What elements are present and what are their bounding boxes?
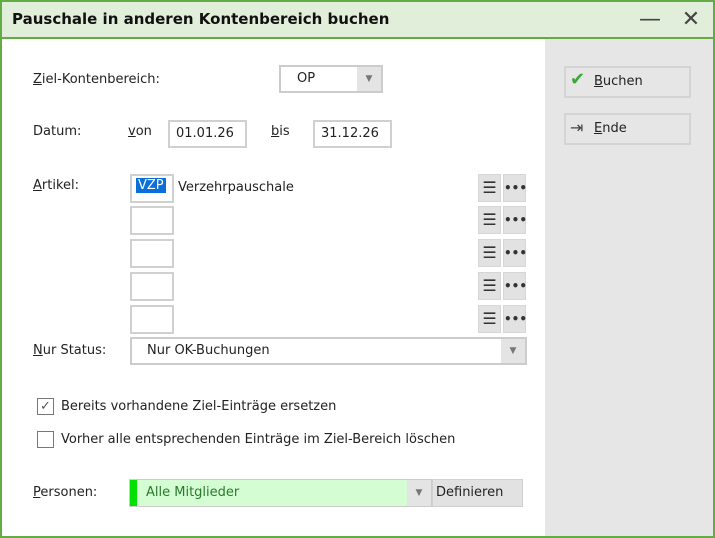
more-icon[interactable]: ••• (503, 272, 527, 300)
close-icon[interactable]: ✕ (676, 6, 706, 34)
artikel-name: Verzehrpauschale (178, 180, 294, 195)
list-icon[interactable]: ☰ (478, 239, 501, 267)
list-icon[interactable]: ☰ (478, 272, 501, 300)
von-label: von (128, 124, 152, 139)
chevron-down-icon[interactable]: ▼ (357, 67, 381, 91)
chevron-down-icon[interactable]: ▼ (407, 480, 431, 506)
list-icon[interactable]: ☰ (478, 206, 501, 234)
minimize-icon[interactable]: — (635, 6, 665, 34)
status-label: Nur Status: (33, 343, 107, 358)
more-icon[interactable]: ••• (503, 305, 527, 333)
chevron-down-icon[interactable]: ▼ (501, 339, 525, 363)
personen-label: Personen: (33, 485, 98, 500)
list-icon[interactable]: ☰ (478, 305, 501, 333)
more-icon[interactable]: ••• (503, 206, 527, 234)
title-bar: Pauschale in anderen Kontenbereich buche… (2, 2, 713, 39)
datum-label: Datum: (33, 124, 82, 139)
replace-checkbox[interactable]: ✓ (37, 398, 54, 415)
artikel-code-input[interactable] (130, 305, 174, 334)
personen-value: Alle Mitglieder (146, 485, 240, 500)
delete-label: Vorher alle entsprechenden Einträge im Z… (61, 432, 456, 447)
artikel-code-input[interactable] (130, 272, 174, 301)
artikel-code-input[interactable] (130, 206, 174, 235)
bis-input[interactable]: 31.12.26 (313, 120, 392, 148)
ziel-label: Ziel-Kontenbereich: (33, 72, 160, 87)
ende-button[interactable]: ⇥ Ende (564, 113, 691, 145)
bis-label: bis (271, 124, 290, 139)
ziel-select[interactable]: OP ▼ (279, 65, 383, 93)
von-input[interactable]: 01.01.26 (168, 120, 247, 148)
more-icon[interactable]: ••• (503, 239, 527, 267)
definieren-button[interactable]: Definieren (432, 479, 523, 507)
window-title: Pauschale in anderen Kontenbereich buche… (12, 10, 390, 28)
list-icon[interactable]: ☰ (478, 174, 501, 202)
checkmark-icon: ✔ (570, 69, 586, 90)
artikel-code-value: VZP (136, 178, 166, 193)
delete-checkbox[interactable] (37, 431, 54, 448)
personen-select[interactable]: Alle Mitglieder ▼ (129, 479, 432, 507)
artikel-label: Artikel: (33, 178, 80, 193)
status-select[interactable]: Nur OK-Buchungen ▼ (130, 337, 527, 365)
replace-label: Bereits vorhandene Ziel-Einträge ersetze… (61, 399, 337, 414)
buchen-button[interactable]: ✔ Buchen (564, 66, 691, 98)
exit-icon: ⇥ (570, 118, 584, 137)
artikel-code-input[interactable] (130, 239, 174, 268)
status-color-bar (130, 480, 137, 506)
more-icon[interactable]: ••• (503, 174, 527, 202)
status-value: Nur OK-Buchungen (147, 343, 270, 358)
ziel-value: OP (297, 71, 316, 86)
artikel-code-input[interactable]: VZP (130, 174, 174, 203)
